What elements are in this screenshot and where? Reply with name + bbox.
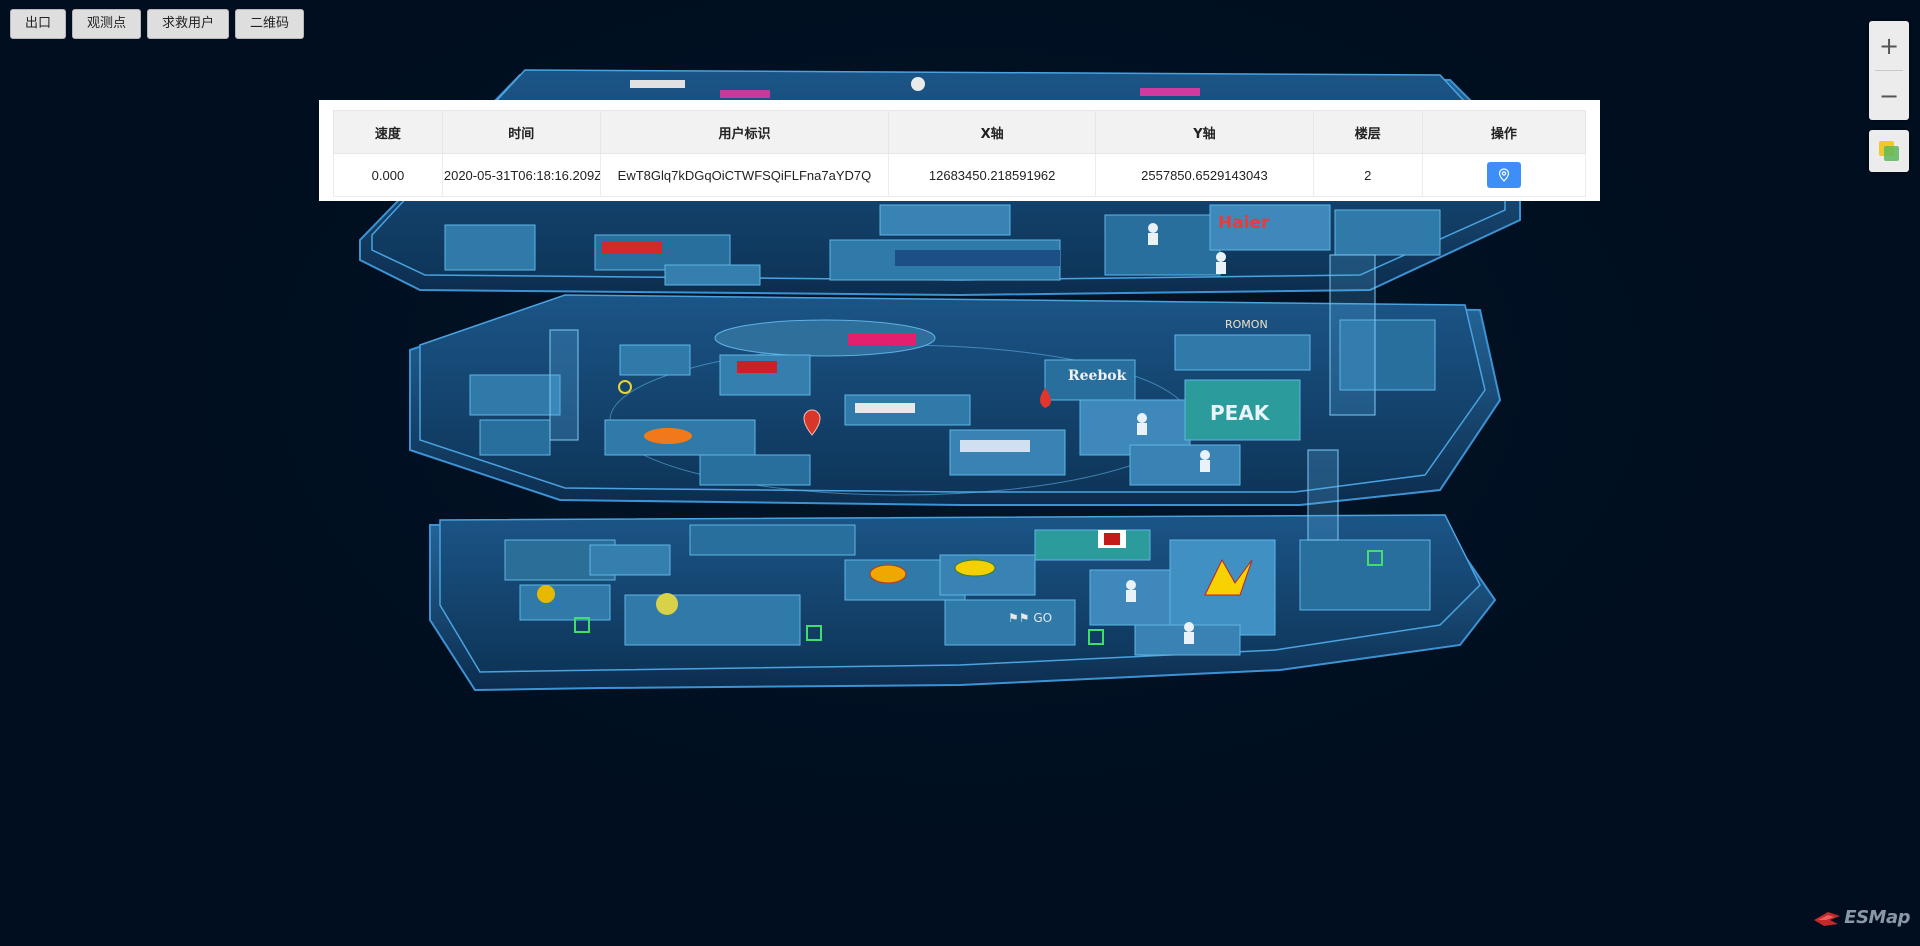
esmap-logo: ESMap xyxy=(1812,907,1910,928)
user-data-panel: 速度 时间 用户标识 X轴 Y轴 楼层 操作 0.000 2020-05-31T… xyxy=(319,100,1600,201)
map-label-haier: Haier xyxy=(1218,213,1270,233)
cell-time: 2020-05-31T06:18:16.209Z xyxy=(441,153,601,197)
rescue-user-button[interactable]: 求救用户 xyxy=(147,9,230,39)
floor-layer-toggle-button[interactable] xyxy=(1869,130,1909,172)
user-data-table: 速度 时间 用户标识 X轴 Y轴 楼层 操作 0.000 2020-05-31T… xyxy=(333,110,1587,197)
column-header-action: 操作 xyxy=(1421,110,1587,154)
map-label-romon: ROMON xyxy=(1225,318,1268,331)
observation-point-button[interactable]: 观测点 xyxy=(72,9,142,39)
esmap-logo-text: ESMap xyxy=(1844,907,1910,928)
layers-icon xyxy=(1879,141,1899,161)
column-header-x: X轴 xyxy=(888,110,1097,154)
column-header-y: Y轴 xyxy=(1095,110,1314,154)
cell-action xyxy=(1421,153,1587,197)
column-header-floor: 楼层 xyxy=(1312,110,1423,154)
esmap-logo-icon xyxy=(1814,911,1841,926)
table-row: 0.000 2020-05-31T06:18:16.209Z EwT8Glq7k… xyxy=(333,153,1587,197)
location-pin-icon xyxy=(1498,168,1509,182)
map-app: ⚑⚑ GO PEAK Reebok ROMON Haier 出口 观测点 求救用… xyxy=(0,0,1920,946)
floor-1: ⚑⚑ GO xyxy=(429,514,1497,692)
column-header-time: 时间 xyxy=(441,110,601,154)
map-label-peak: PEAK xyxy=(1210,401,1271,425)
cell-x: 12683450.218591962 xyxy=(888,153,1097,197)
svg-text:⚑⚑ GO: ⚑⚑ GO xyxy=(1008,611,1052,625)
toolbar: 出口 观测点 求救用户 二维码 xyxy=(10,9,305,39)
zoom-in-button[interactable]: + xyxy=(1869,21,1909,70)
map-label-reebok: Reebok xyxy=(1068,368,1127,384)
zoom-out-button[interactable]: − xyxy=(1869,71,1909,120)
table-header-row: 速度 时间 用户标识 X轴 Y轴 楼层 操作 xyxy=(333,110,1587,154)
cell-y: 2557850.6529143043 xyxy=(1095,153,1314,197)
cell-speed: 0.000 xyxy=(333,153,443,197)
cell-user-id: EwT8Glq7kDGqOiCTWFSQiFLFna7aYD7Q xyxy=(599,153,890,197)
exit-button[interactable]: 出口 xyxy=(10,9,67,39)
qr-code-button[interactable]: 二维码 xyxy=(235,9,305,39)
column-header-user-id: 用户标识 xyxy=(599,110,890,154)
cell-floor: 2 xyxy=(1312,153,1423,197)
column-header-speed: 速度 xyxy=(333,110,443,154)
zoom-control: + − xyxy=(1869,21,1909,120)
locate-user-button[interactable] xyxy=(1486,162,1521,188)
